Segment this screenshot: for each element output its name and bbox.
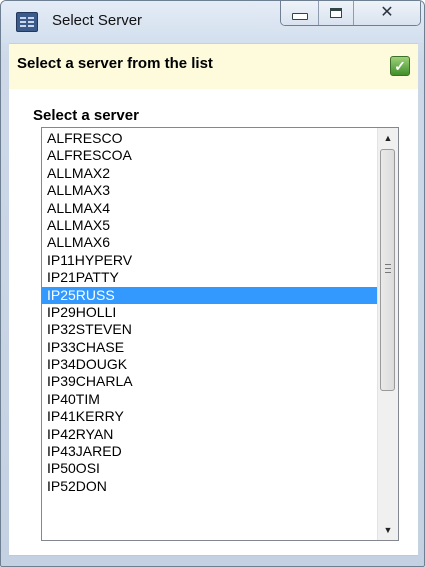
minimize-icon — [291, 12, 308, 20]
list-item[interactable]: ALLMAX4 — [42, 200, 378, 217]
list-item[interactable]: IP29HOLLI — [42, 304, 378, 321]
list-item[interactable]: IP39CHARLA — [42, 373, 378, 390]
vertical-scrollbar[interactable]: ▲ ▼ — [377, 128, 398, 540]
scroll-down-button[interactable]: ▼ — [378, 520, 398, 540]
window-title: Select Server — [52, 12, 143, 29]
list-item[interactable]: IP34DOUGK — [42, 356, 378, 373]
list-item[interactable]: ALLMAX6 — [42, 234, 378, 251]
list-item[interactable]: IP21PATTY — [42, 269, 378, 286]
scroll-up-arrow-icon: ▲ — [383, 133, 393, 143]
minimize-button[interactable] — [281, 1, 319, 25]
list-item[interactable]: IP52DON — [42, 478, 378, 495]
list-item[interactable]: ALLMAX5 — [42, 217, 378, 234]
list-item[interactable]: IP33CHASE — [42, 339, 378, 356]
check-icon: ✓ — [390, 56, 410, 76]
list-item[interactable]: IP32STEVEN — [42, 321, 378, 338]
server-listbox[interactable]: ALFRESCO ALFRESCOA ALLMAX2 ALLMAX3 ALLMAX4 AL… — [41, 127, 399, 541]
close-button[interactable]: ✕ — [354, 1, 420, 25]
close-icon: ✕ — [380, 4, 394, 21]
list-item[interactable]: ALFRESCO — [42, 130, 378, 147]
list-item[interactable]: ALLMAX3 — [42, 182, 378, 199]
title-bar[interactable]: Select Server ✕ — [1, 1, 424, 43]
content-panel: Select a server ALFRESCO ALFRESCOA ALLMAX2… — [9, 89, 418, 556]
list-item[interactable]: IP11HYPERV — [42, 252, 378, 269]
scroll-down-arrow-icon: ▼ — [383, 525, 393, 535]
scrollbar-thumb[interactable] — [380, 149, 395, 391]
list-item[interactable]: ALFRESCOA — [42, 147, 378, 164]
maximize-icon — [330, 8, 342, 18]
list-item[interactable]: IP43JARED — [42, 443, 378, 460]
instruction-text: Select a server from the list — [17, 55, 213, 72]
maximize-button[interactable] — [319, 1, 354, 25]
server-list-items: ALFRESCO ALFRESCOA ALLMAX2 ALLMAX3 ALLMAX4 AL… — [42, 128, 378, 495]
instruction-header: Select a server from the list ✓ — [9, 43, 418, 90]
list-item[interactable]: IP42RYAN — [42, 426, 378, 443]
list-item[interactable]: ALLMAX2 — [42, 165, 378, 182]
caption-buttons: ✕ — [280, 1, 421, 26]
select-server-window: Select Server ✕ Select a server from the… — [0, 0, 425, 567]
list-item[interactable]: IP40TIM — [42, 391, 378, 408]
app-grid-icon — [16, 12, 38, 32]
thumb-grip-icon — [385, 264, 391, 273]
list-item[interactable]: IP41KERRY — [42, 408, 378, 425]
list-label: Select a server — [33, 107, 139, 124]
list-item-selected[interactable]: IP25RUSS — [42, 286, 378, 304]
scroll-up-button[interactable]: ▲ — [378, 128, 398, 148]
list-item[interactable]: IP50OSI — [42, 460, 378, 477]
